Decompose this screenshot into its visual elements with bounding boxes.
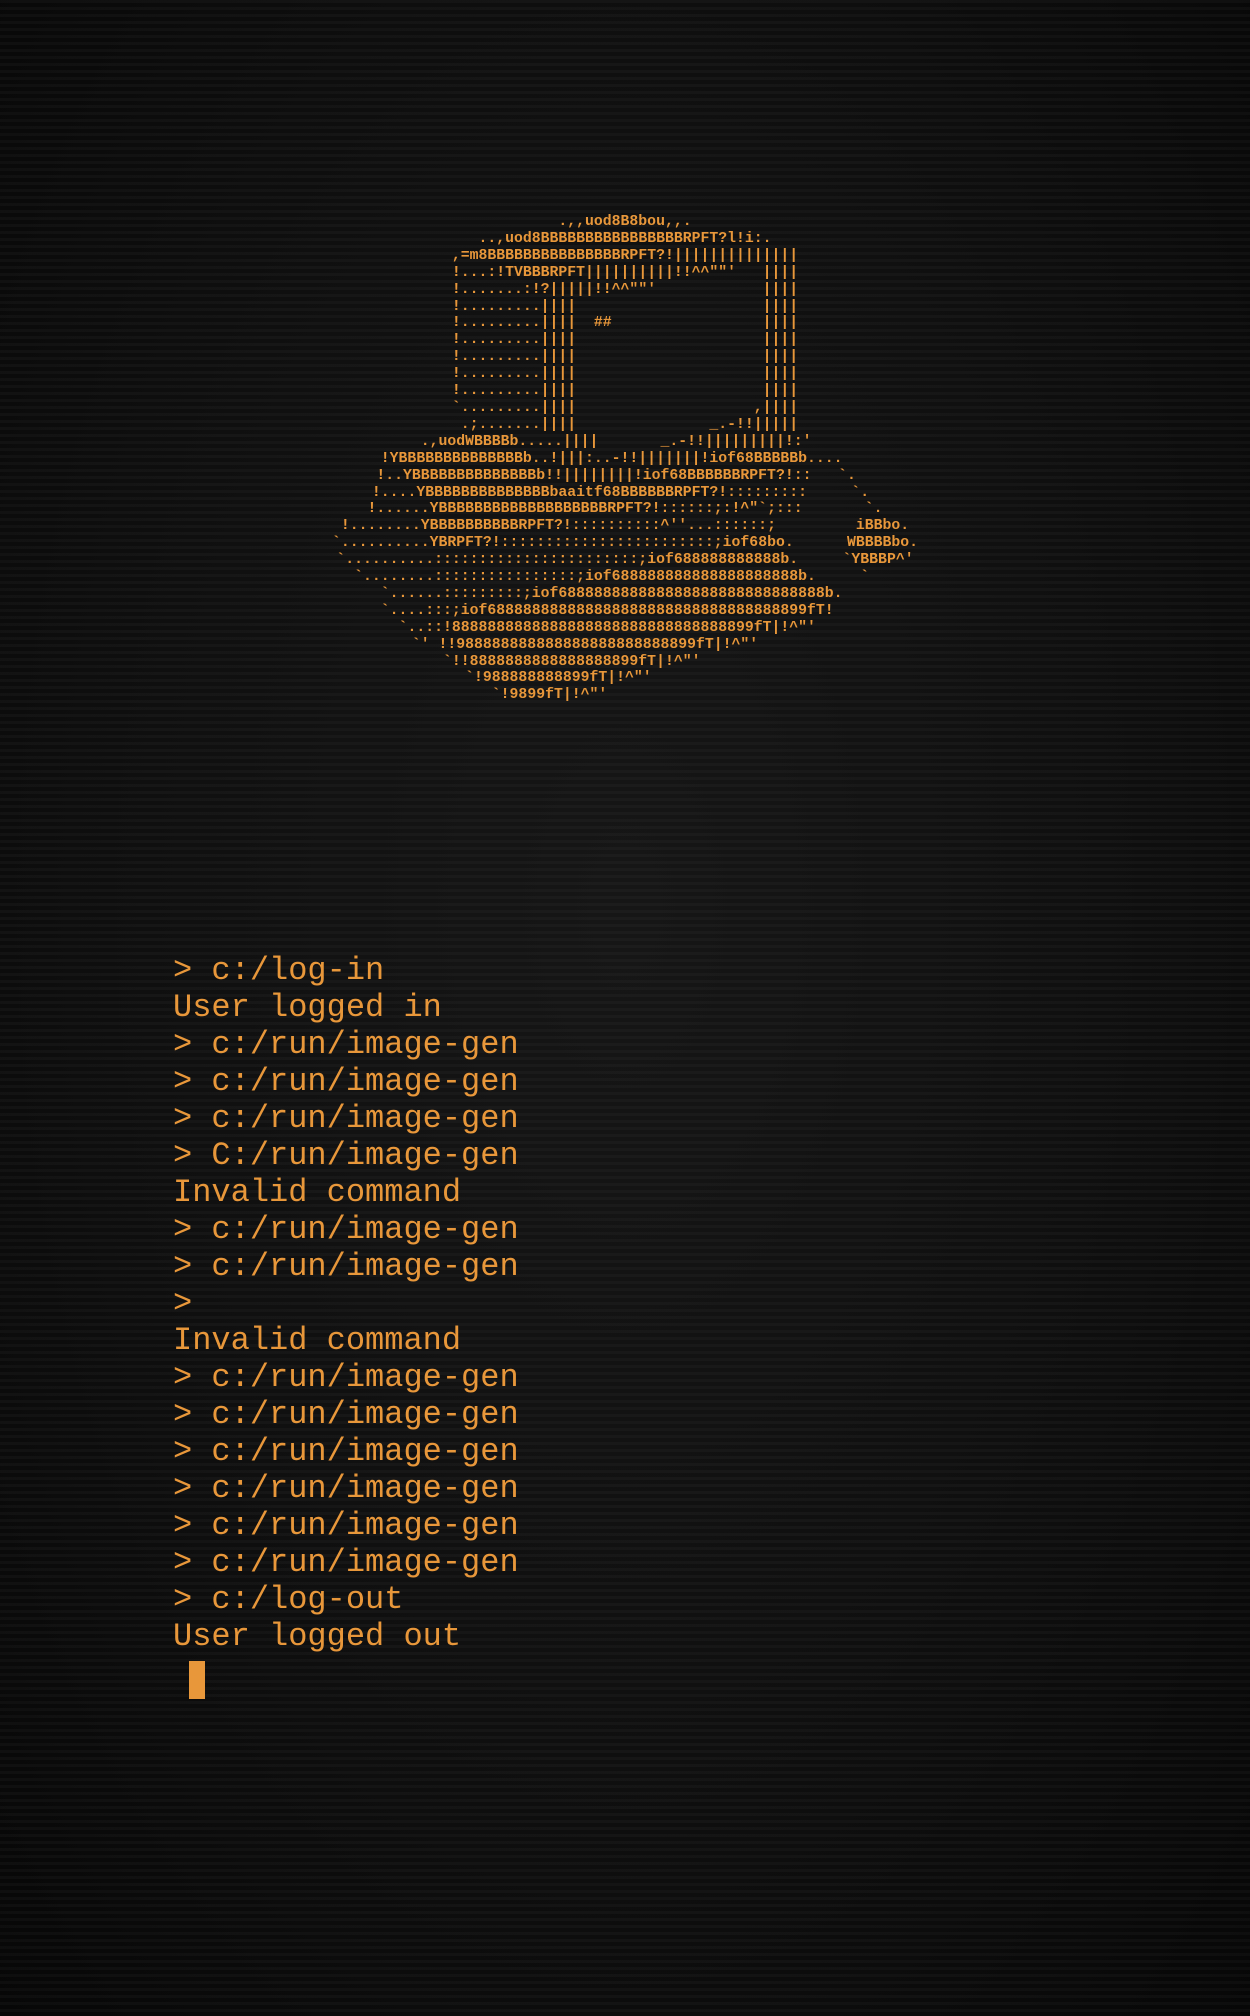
terminal-line: > c:/log-in [173,952,385,989]
terminal-line: Invalid command [173,1174,462,1211]
terminal-line: Invalid command [173,1322,462,1359]
terminal-line: User logged out [173,1618,462,1655]
terminal-output[interactable]: > c:/log-in User logged in > c:/run/imag… [173,952,1073,1699]
terminal-line: > c:/run/image-gen [173,1470,519,1507]
terminal-line: > C:/run/image-gen [173,1137,519,1174]
terminal-line: > c:/run/image-gen [173,1507,519,1544]
terminal-line: > c:/run/image-gen [173,1026,519,1063]
command-prompt-input[interactable] [173,1655,1073,1699]
terminal-line: > c:/run/image-gen [173,1211,519,1248]
terminal-line: > c:/run/image-gen [173,1248,519,1285]
text-cursor [189,1661,205,1699]
terminal-line: > c:/run/image-gen [173,1433,519,1470]
terminal-line: > c:/run/image-gen [173,1063,519,1100]
coffee-cup-ascii-art: .,,uod8B8bou,,. ..,uod8BBBBBBBBBBBBBBBBR… [331,214,919,704]
terminal-line: > c:/run/image-gen [173,1544,519,1581]
terminal-line: > c:/log-out [173,1581,404,1618]
terminal-screen: .,,uod8B8bou,,. ..,uod8BBBBBBBBBBBBBBBBR… [0,0,1250,2016]
terminal-line: > [173,1285,193,1322]
terminal-line: User logged in [173,989,442,1026]
terminal-line: > c:/run/image-gen [173,1100,519,1137]
terminal-line: > c:/run/image-gen [173,1396,519,1433]
terminal-line: > c:/run/image-gen [173,1359,519,1396]
